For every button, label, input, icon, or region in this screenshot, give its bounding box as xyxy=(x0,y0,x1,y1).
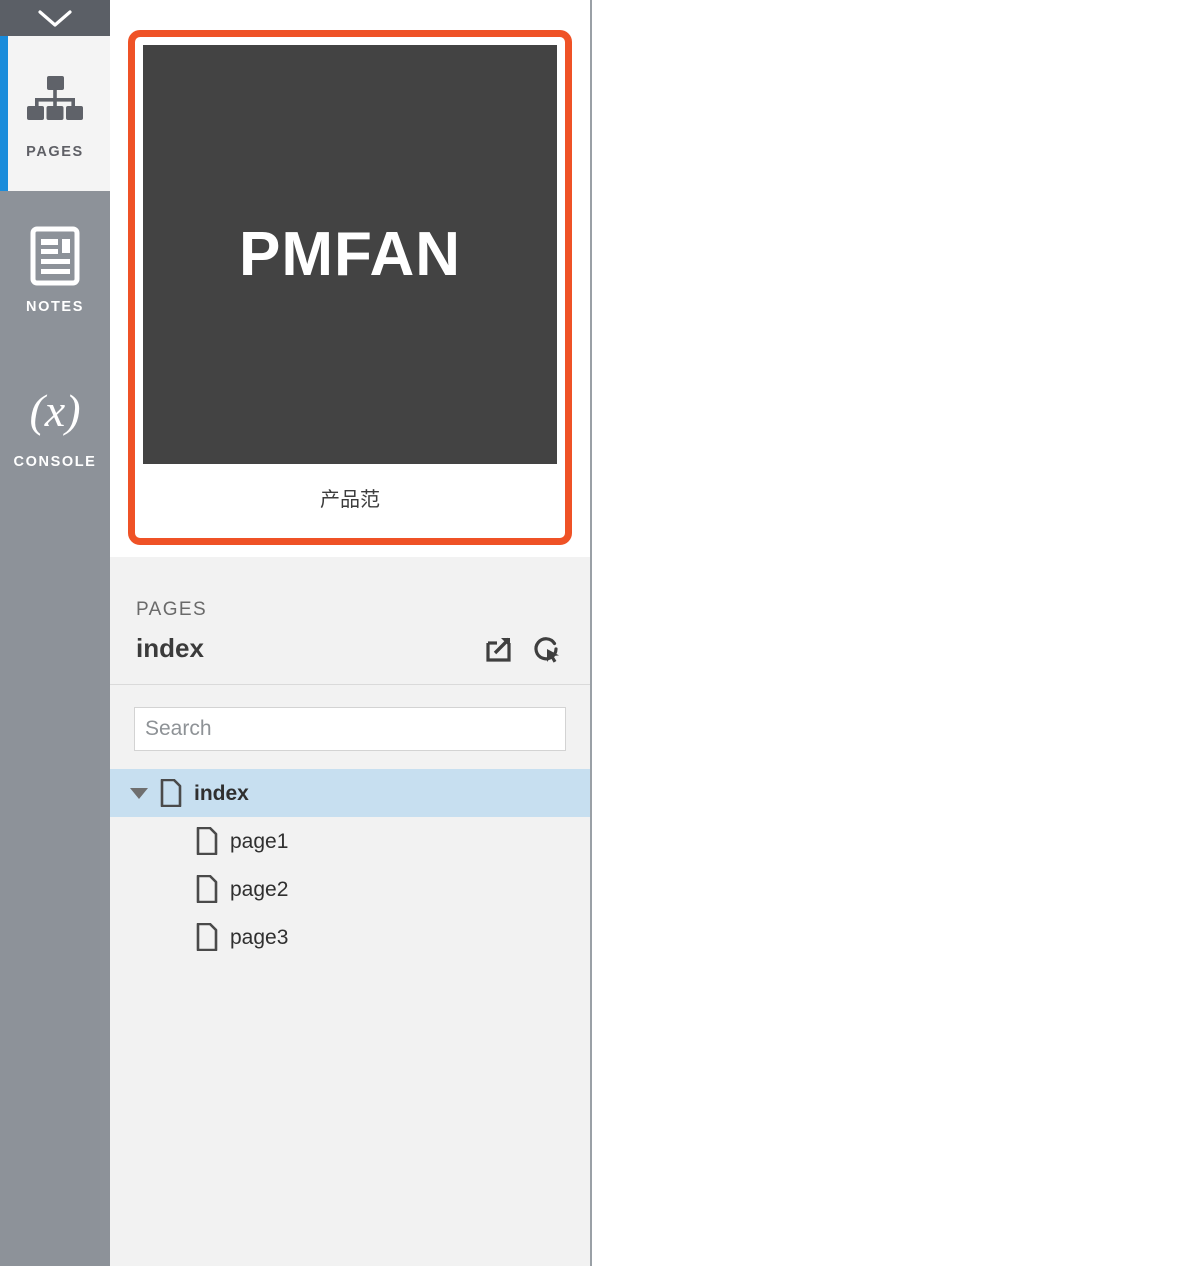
fx-icon-glyph: (x) xyxy=(29,384,81,436)
cursor-refresh-icon[interactable] xyxy=(532,634,562,664)
pages-panel: PMFAN 产品范 PAGES index Search index page1… xyxy=(110,0,592,1266)
fx-icon: (x) xyxy=(29,378,80,444)
search-input[interactable] xyxy=(134,707,566,751)
page-tree: index page1 page2 page3 xyxy=(110,769,590,1266)
external-link-icon[interactable] xyxy=(484,634,514,664)
sitemap-icon xyxy=(24,68,86,134)
tree-row[interactable]: page1 xyxy=(110,817,590,865)
page-title: index xyxy=(136,633,204,663)
collapse-panel-button[interactable] xyxy=(0,0,110,36)
document-icon xyxy=(30,223,80,289)
left-icon-rail: PAGES NOTES (x) CONSOLE xyxy=(0,0,110,1266)
page-icon xyxy=(196,875,218,903)
chevron-down-icon[interactable] xyxy=(128,782,150,804)
panel-header: PAGES index xyxy=(110,557,590,685)
page-icon xyxy=(196,827,218,855)
panel-eyebrow-label: PAGES xyxy=(136,599,208,620)
page-icon xyxy=(160,779,182,807)
canvas-area[interactable] xyxy=(592,0,1178,1266)
tree-row[interactable]: page3 xyxy=(110,913,590,961)
sidebar-item-notes[interactable]: NOTES xyxy=(0,191,110,346)
preview-card-region: PMFAN 产品范 xyxy=(110,0,590,557)
preview-thumbnail-text: PMFAN xyxy=(239,220,461,289)
sidebar-item-label: PAGES xyxy=(26,143,84,160)
tree-item-label: page1 xyxy=(230,829,289,853)
tree-item-label: page3 xyxy=(230,925,289,949)
tree-item-label: page2 xyxy=(230,877,289,901)
panel-title-row: index xyxy=(136,633,562,664)
tree-row[interactable]: index xyxy=(110,769,590,817)
chevron-down-icon xyxy=(38,9,72,27)
preview-thumbnail[interactable]: PMFAN xyxy=(143,45,557,464)
tree-item-label: index xyxy=(194,781,249,805)
header-actions xyxy=(484,634,562,664)
sidebar-item-console[interactable]: (x) CONSOLE xyxy=(0,346,110,501)
sidebar-item-label: NOTES xyxy=(26,298,84,315)
sidebar-item-pages[interactable]: PAGES xyxy=(0,36,110,191)
tree-row[interactable]: page2 xyxy=(110,865,590,913)
sidebar-item-label: CONSOLE xyxy=(13,453,97,470)
page-icon xyxy=(196,923,218,951)
preview-caption: 产品范 xyxy=(320,488,380,511)
search-wrapper xyxy=(110,685,590,769)
project-preview-card[interactable]: PMFAN 产品范 xyxy=(128,30,572,545)
application-window: PAGES NOTES (x) CONSOLE PMFAN 产品范 PAGES … xyxy=(0,0,1178,1266)
